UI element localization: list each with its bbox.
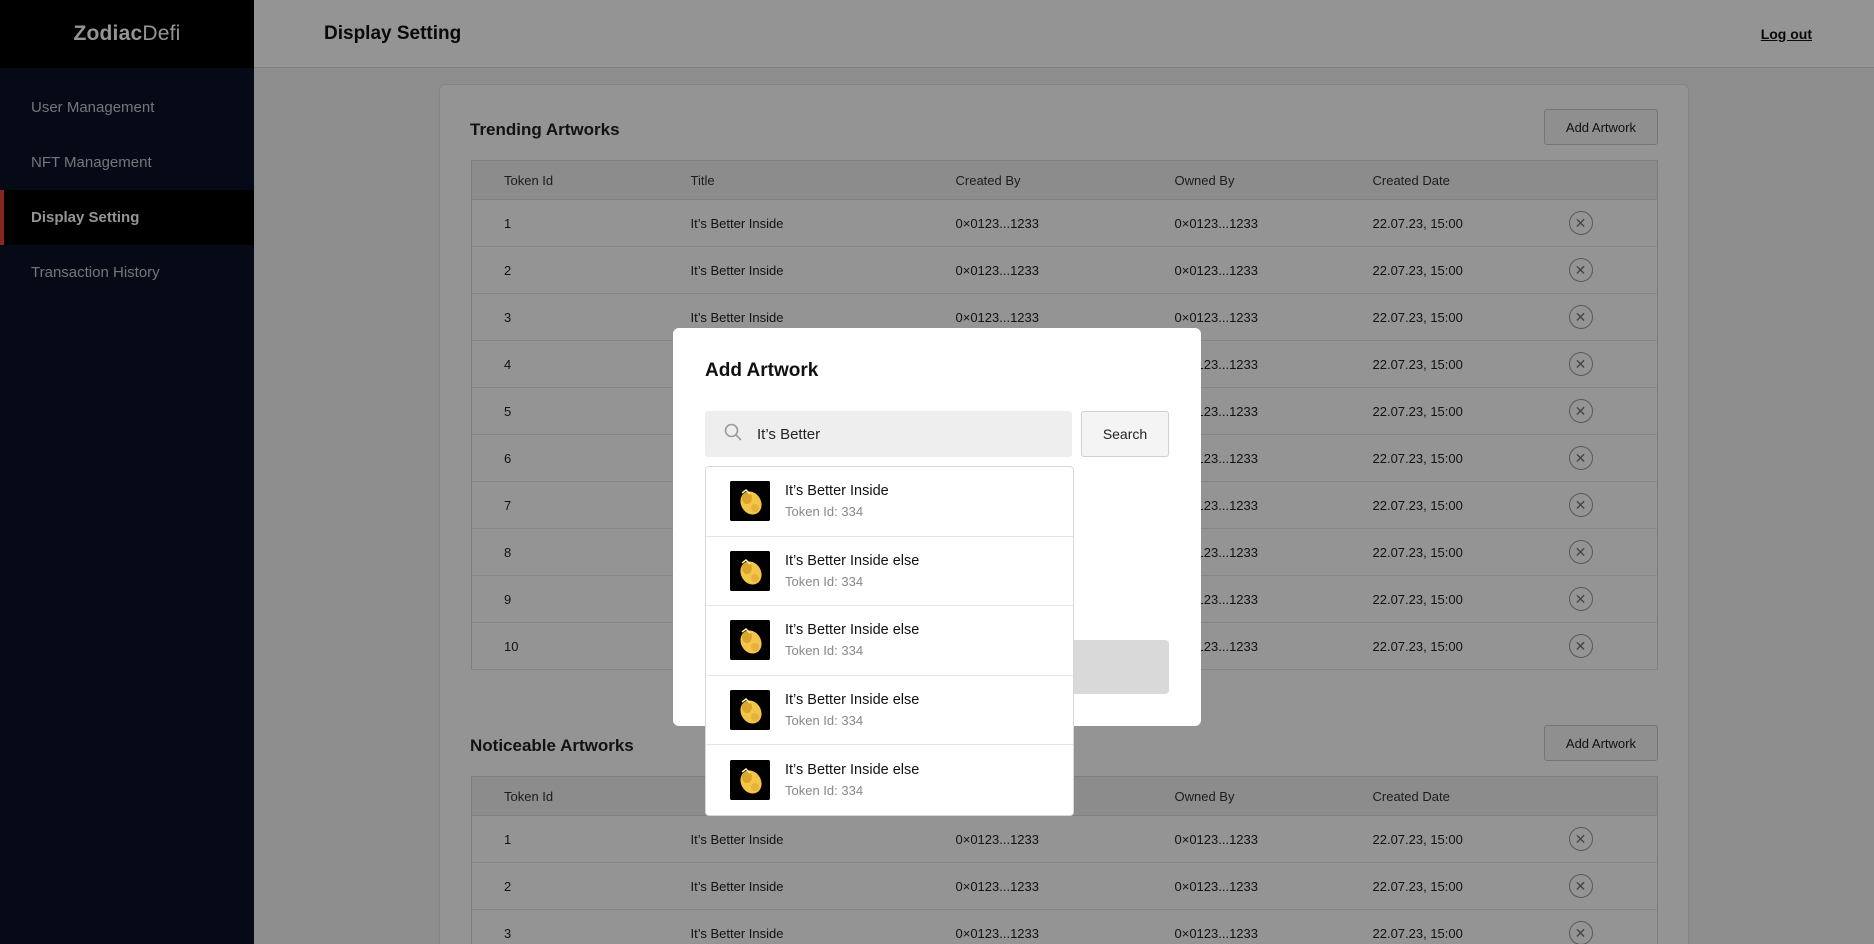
modal-title: Add Artwork <box>705 360 819 381</box>
artwork-thumbnail <box>730 481 770 522</box>
artwork-thumbnail <box>730 550 770 591</box>
result-token-id: Token Id: 334 <box>785 712 864 728</box>
result-text: It’s Better Inside else Token Id: 334 <box>785 553 919 589</box>
result-token-id: Token Id: 334 <box>785 504 864 520</box>
artwork-thumbnail <box>730 689 770 730</box>
search-field[interactable] <box>705 411 1072 457</box>
search-result-item[interactable]: It’s Better Inside else Token Id: 334 <box>706 606 1073 676</box>
result-text: It’s Better Inside else Token Id: 334 <box>785 762 919 798</box>
result-title: It’s Better Inside else <box>785 552 920 569</box>
search-input[interactable] <box>757 425 1057 443</box>
result-title: It’s Better Inside else <box>785 761 920 778</box>
search-result-item[interactable]: It’s Better Inside else Token Id: 334 <box>706 537 1073 606</box>
search-results-dropdown: It’s Better Inside Token Id: 334 It’s Bett… <box>705 466 1074 816</box>
search-icon <box>723 422 743 447</box>
result-text: It’s Better Inside else Token Id: 334 <box>785 622 919 658</box>
result-token-id: Token Id: 334 <box>785 573 864 589</box>
result-text: It’s Better Inside else Token Id: 334 <box>785 692 919 728</box>
result-text: It’s Better Inside Token Id: 334 <box>785 483 889 519</box>
search-result-item[interactable]: It’s Better Inside Token Id: 334 <box>706 467 1073 537</box>
artwork-thumbnail <box>730 759 770 800</box>
result-title: It’s Better Inside else <box>785 691 920 708</box>
result-token-id: Token Id: 334 <box>785 782 864 798</box>
result-title: It’s Better Inside else <box>785 622 920 639</box>
result-token-id: Token Id: 334 <box>785 643 864 659</box>
artwork-thumbnail <box>730 620 770 661</box>
result-title: It’s Better Inside <box>785 483 889 500</box>
search-result-item[interactable]: It’s Better Inside else Token Id: 334 <box>706 745 1073 815</box>
search-button[interactable]: Search <box>1081 411 1169 457</box>
search-result-item[interactable]: It’s Better Inside else Token Id: 334 <box>706 676 1073 745</box>
